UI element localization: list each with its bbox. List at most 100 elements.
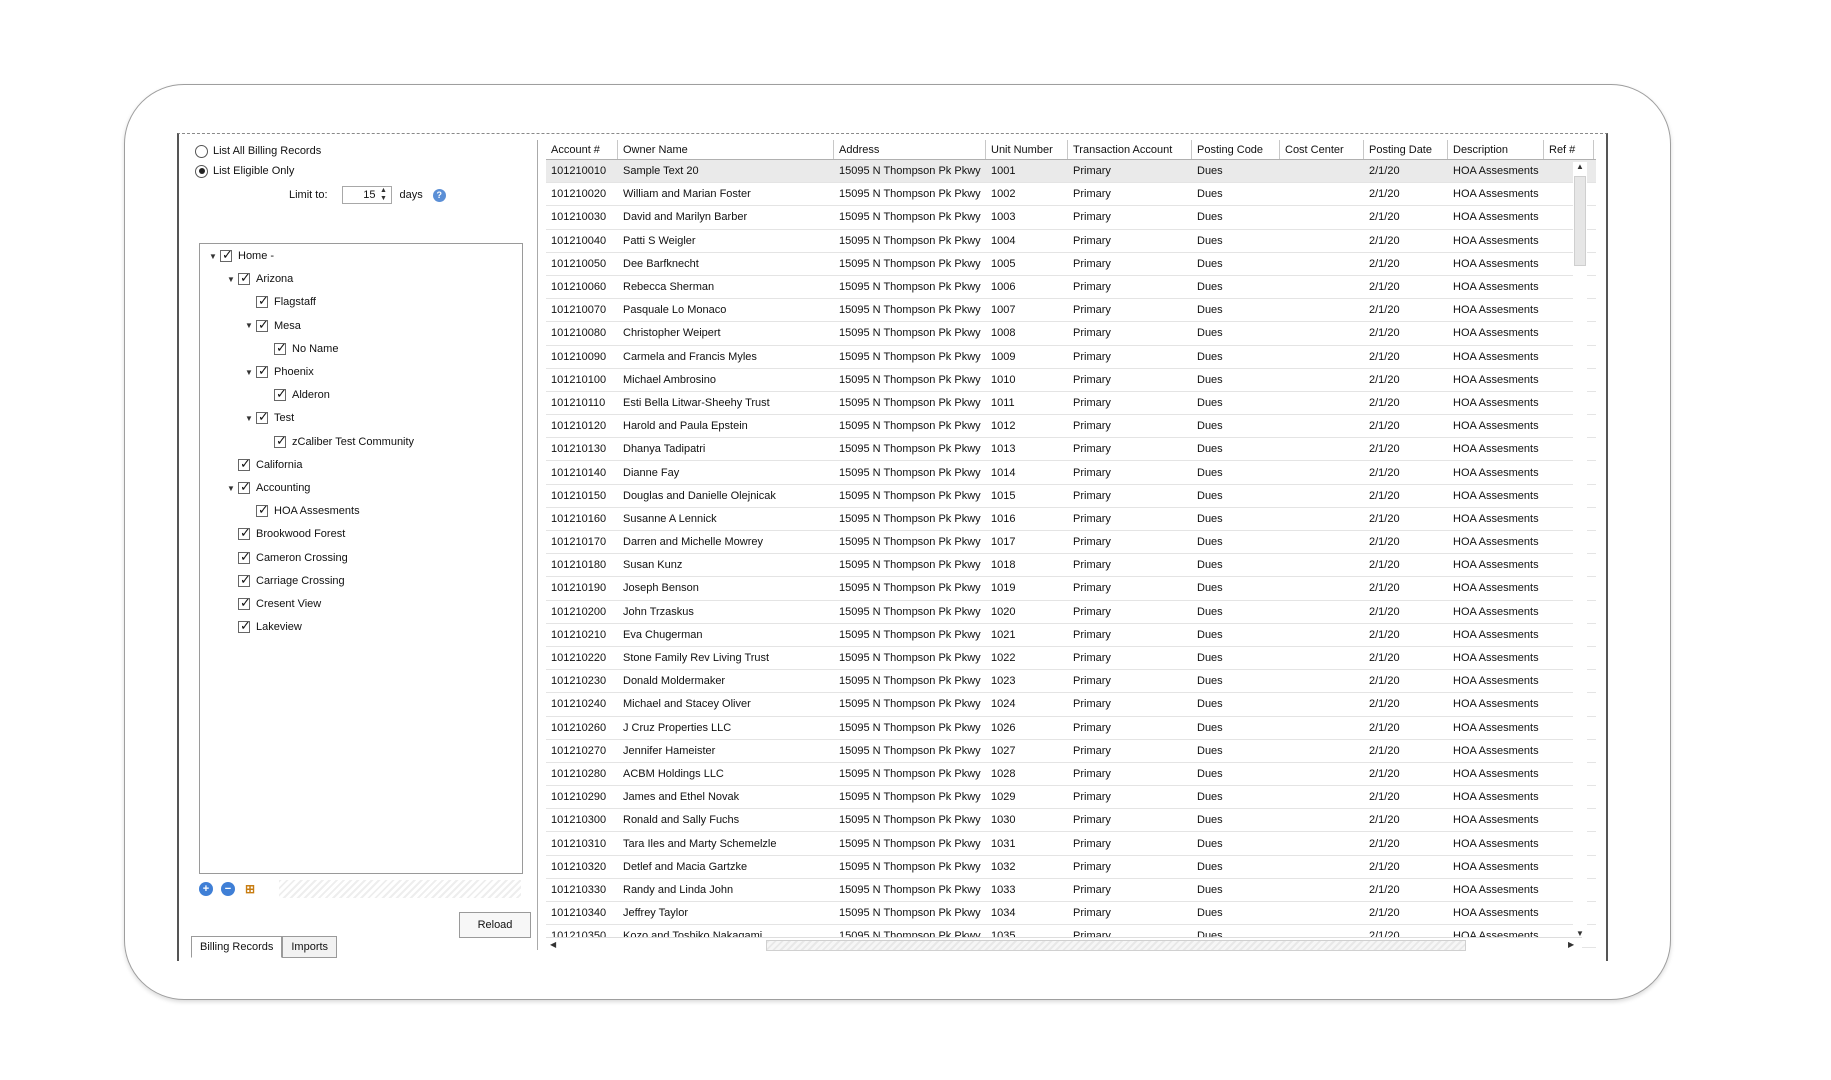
tree-node[interactable]: Cameron Crossing xyxy=(226,549,348,567)
table-row[interactable]: 101210290 James and Ethel Novak 15095 N Th… xyxy=(546,786,1596,810)
table-row[interactable]: 101210050 Dee Barfknecht 15095 N Thompson … xyxy=(546,253,1596,276)
tree-node[interactable]: ▼ Accounting xyxy=(226,479,310,497)
checkbox-checked-icon[interactable] xyxy=(238,479,251,495)
checkbox-checked-icon[interactable] xyxy=(238,270,251,286)
table-row[interactable]: 101210010 Sample Text 20 15095 N Thompson … xyxy=(546,160,1596,184)
scroll-up-icon[interactable]: ▲ xyxy=(1576,162,1584,171)
tree-node[interactable]: Flagstaff xyxy=(244,293,316,311)
table-row[interactable]: 101210170 Darren and Michelle Mowrey 15095… xyxy=(546,531,1596,555)
column-header[interactable]: Transaction Account xyxy=(1068,140,1192,159)
collapse-arrow-icon[interactable]: ▼ xyxy=(244,368,254,377)
table-row[interactable]: 101210190 Joseph Benson 15095 N Thompson P… xyxy=(546,577,1596,601)
table-row[interactable]: 101210280 ACBM Holdings LLC 15095 N Thomps… xyxy=(546,763,1596,787)
checkbox-checked-icon[interactable] xyxy=(256,317,269,333)
vertical-scroll-thumb[interactable] xyxy=(1574,176,1586,266)
table-row[interactable]: 101210320 Detlef and Macia Gartzke 15095 N… xyxy=(546,856,1596,879)
checkbox-checked-icon[interactable] xyxy=(274,433,287,449)
tree-node[interactable]: Lakeview xyxy=(226,618,302,636)
vertical-scrollbar[interactable]: ▲ ▼ xyxy=(1573,162,1587,938)
plus-circle-icon[interactable]: + xyxy=(199,882,213,896)
limit-days-spinner[interactable]: 15 ▲ ▼ xyxy=(341,186,392,204)
table-row[interactable]: 101210300 Ronald and Sally Fuchs 15095 N T… xyxy=(546,809,1596,833)
tree-node[interactable]: ▼ Test xyxy=(244,409,294,427)
list-eligible-radio[interactable]: List Eligible Only xyxy=(195,162,294,180)
tree-node[interactable]: zCaliber Test Community xyxy=(262,433,414,451)
table-row[interactable]: 101210230 Donald Moldermaker 15095 N Thomp… xyxy=(546,670,1596,694)
column-header[interactable]: Ref # xyxy=(1544,140,1594,159)
table-row[interactable]: 101210260 J Cruz Properties LLC 15095 N Th… xyxy=(546,717,1596,740)
table-row[interactable]: 101210020 William and Marian Foster 15095 … xyxy=(546,183,1596,207)
checkbox-checked-icon[interactable] xyxy=(238,456,251,472)
checkbox-checked-icon[interactable] xyxy=(256,502,269,518)
tree-node[interactable]: ▼ Mesa xyxy=(244,317,301,335)
column-header[interactable]: Description xyxy=(1448,140,1544,159)
scroll-left-icon[interactable]: ◀ xyxy=(550,940,556,949)
column-header[interactable]: Posting Date xyxy=(1364,140,1448,159)
column-header[interactable]: Account # xyxy=(546,140,618,159)
column-header[interactable]: Unit Number xyxy=(986,140,1068,159)
minus-circle-icon[interactable]: − xyxy=(221,882,235,896)
table-row[interactable]: 101210270 Jennifer Hameister 15095 N Thomp… xyxy=(546,740,1596,763)
collapse-arrow-icon[interactable]: ▼ xyxy=(244,414,254,423)
table-row[interactable]: 101210080 Christopher Weipert 15095 N Thom… xyxy=(546,322,1596,346)
collapse-arrow-icon[interactable]: ▼ xyxy=(208,252,218,261)
tree-node[interactable]: No Name xyxy=(262,340,338,358)
scroll-right-icon[interactable]: ▶ xyxy=(1568,940,1574,949)
tab-billing-records[interactable]: Billing Records xyxy=(191,936,283,958)
table-row[interactable]: 101210040 Patti S Weigler 15095 N Thompson… xyxy=(546,230,1596,253)
table-row[interactable]: 101210110 Esti Bella Litwar-Sheehy Trust 1… xyxy=(546,392,1596,416)
tree-node[interactable]: Cresent View xyxy=(226,595,321,613)
table-row[interactable]: 101210130 Dhanya Tadipatri 15095 N Thompso… xyxy=(546,438,1596,462)
tree-node[interactable]: Brookwood Forest xyxy=(226,525,345,543)
column-header[interactable]: Amount xyxy=(1594,140,1596,159)
collapse-arrow-icon[interactable]: ▼ xyxy=(226,275,236,284)
table-row[interactable]: 101210340 Jeffrey Taylor 15095 N Thompson … xyxy=(546,902,1596,926)
table-row[interactable]: 101210140 Dianne Fay 15095 N Thompson Pk P… xyxy=(546,461,1596,485)
list-all-radio[interactable]: List All Billing Records xyxy=(195,142,321,160)
table-row[interactable]: 101210160 Susanne A Lennick 15095 N Thomps… xyxy=(546,508,1596,531)
column-header[interactable]: Cost Center xyxy=(1280,140,1364,159)
collapse-arrow-icon[interactable]: ▼ xyxy=(244,321,254,330)
reload-button[interactable]: Reload xyxy=(459,912,531,938)
table-row[interactable]: 101210330 Randy and Linda John 15095 N Tho… xyxy=(546,879,1596,902)
checkbox-checked-icon[interactable] xyxy=(256,293,269,309)
panel-divider[interactable] xyxy=(537,140,539,950)
tree-node[interactable]: ▼ Phoenix xyxy=(244,363,314,381)
table-row[interactable]: 101210150 Douglas and Danielle Olejnicak 1… xyxy=(546,485,1596,508)
horizontal-scrollbar[interactable]: ◀ ▶ xyxy=(546,937,1582,953)
table-row[interactable]: 101210030 David and Marilyn Barber 15095 N… xyxy=(546,206,1596,230)
tree-node[interactable]: Alderon xyxy=(262,386,330,404)
table-row[interactable]: 101210180 Susan Kunz 15095 N Thompson Pk P… xyxy=(546,554,1596,578)
table-row[interactable]: 101210100 Michael Ambrosino 15095 N Thomps… xyxy=(546,369,1596,392)
checkbox-checked-icon[interactable] xyxy=(238,595,251,611)
help-icon[interactable]: ? xyxy=(432,188,446,202)
table-row[interactable]: 101210310 Tara Iles and Marty Schemelzle 1… xyxy=(546,832,1596,856)
checkbox-checked-icon[interactable] xyxy=(256,409,269,425)
tree-node[interactable]: ▼ Arizona xyxy=(226,270,293,288)
tree-node[interactable]: Carriage Crossing xyxy=(226,572,345,590)
checkbox-checked-icon[interactable] xyxy=(274,386,287,402)
community-tree[interactable]: ▼ Home - ▼ Arizona Flagstaff ▼ Mesa No Name ▼ Pho… xyxy=(199,243,523,874)
column-header[interactable]: Owner Name xyxy=(618,140,834,159)
tab-imports[interactable]: Imports xyxy=(282,936,338,958)
table-row[interactable]: 101210210 Eva Chugerman 15095 N Thompson P… xyxy=(546,624,1596,647)
table-row[interactable]: 101210060 Rebecca Sherman 15095 N Thompson… xyxy=(546,276,1596,300)
column-header[interactable]: Address xyxy=(834,140,986,159)
checkbox-checked-icon[interactable] xyxy=(238,549,251,565)
collapse-arrow-icon[interactable]: ▼ xyxy=(226,484,236,493)
table-row[interactable]: 101210090 Carmela and Francis Myles 15095 … xyxy=(546,346,1596,369)
checkbox-checked-icon[interactable] xyxy=(238,618,251,634)
spinner-arrows-icon[interactable]: ▲ ▼ xyxy=(378,187,390,203)
tree-node[interactable]: California xyxy=(226,456,302,474)
tree-node[interactable]: HOA Assesments xyxy=(244,502,360,520)
hierarchy-icon[interactable]: ⊞ xyxy=(243,882,257,896)
checkbox-checked-icon[interactable] xyxy=(256,363,269,379)
column-header[interactable]: Posting Code xyxy=(1192,140,1280,159)
tree-node[interactable]: ▼ Home - xyxy=(208,247,274,265)
table-row[interactable]: 101210200 John Trzaskus 15095 N Thompson P… xyxy=(546,601,1596,624)
checkbox-checked-icon[interactable] xyxy=(238,525,251,541)
table-row[interactable]: 101210070 Pasquale Lo Monaco 15095 N Thomp… xyxy=(546,299,1596,323)
checkbox-checked-icon[interactable] xyxy=(238,572,251,588)
table-row[interactable]: 101210220 Stone Family Rev Living Trust 15… xyxy=(546,647,1596,671)
checkbox-checked-icon[interactable] xyxy=(274,340,287,356)
